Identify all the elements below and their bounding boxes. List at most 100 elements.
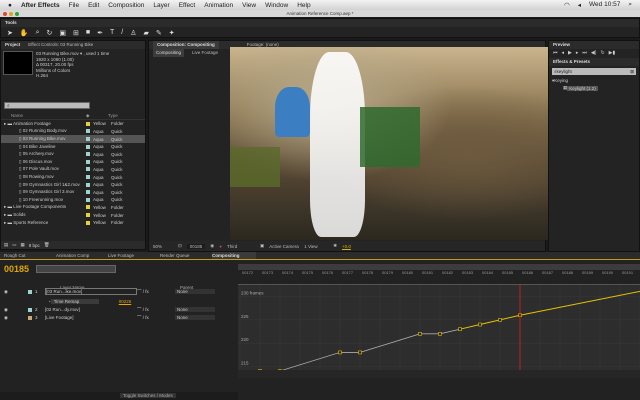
snapshot-icon[interactable]: ◉ <box>210 243 214 249</box>
resolution-dropdown[interactable]: Third <box>227 244 255 249</box>
visibility-icon[interactable]: ◉ <box>4 315 28 321</box>
new-folder-icon[interactable]: ▭ <box>12 242 16 248</box>
trash-icon[interactable]: 🗑 <box>44 242 50 248</box>
column-name[interactable]: Name <box>1 113 86 118</box>
menu-effect[interactable]: Effect <box>179 2 196 9</box>
timeline-tab[interactable]: Live Footage <box>108 252 152 259</box>
puppet-tool-icon[interactable]: ✦ <box>169 29 175 37</box>
volume-icon[interactable]: ◂ <box>578 1 581 9</box>
effects-search-input[interactable]: ⌕ keylight ⊠ <box>552 68 636 75</box>
keyframe-point[interactable] <box>478 322 482 327</box>
play-icon[interactable]: ▶ <box>568 50 572 56</box>
clone-tool-icon[interactable]: ♙ <box>130 29 136 37</box>
bpc-toggle[interactable]: 8 bpc <box>29 243 40 248</box>
hand-tool-icon[interactable]: ✋ <box>20 29 29 37</box>
tab-effect-controls[interactable]: Effect Controls: 03 Running Bike <box>28 41 93 49</box>
project-item[interactable]: ▸ ▬ Animation Footage Yellow Folder <box>1 120 145 128</box>
keyframe-point[interactable] <box>338 350 342 355</box>
timeline-tab[interactable]: Rough Cut <box>4 252 48 259</box>
layer-name[interactable]: [03 Run...ike.mov] <box>45 288 137 296</box>
menu-composition[interactable]: Composition <box>108 2 144 9</box>
tab-project[interactable]: Project <box>5 41 20 49</box>
project-item[interactable]: ▯ 08 Rowing.mov Aqua Quick <box>1 173 145 181</box>
fast-preview-icon[interactable]: ✱ <box>333 243 337 249</box>
region-icon[interactable]: ▣ <box>260 243 264 249</box>
project-item[interactable]: ▸ ▬ Live Footage Components Yellow Folder <box>1 204 145 212</box>
project-item[interactable]: ▯ 06 Discus.mov Aqua Quick <box>1 158 145 166</box>
clear-search-icon[interactable]: ⊠ <box>630 68 636 75</box>
menu-layer[interactable]: Layer <box>153 2 169 9</box>
new-comp-icon[interactable]: ▦ <box>21 242 25 248</box>
close-button[interactable] <box>3 11 7 16</box>
selection-tool-icon[interactable]: ➤ <box>7 29 13 37</box>
project-item[interactable]: ▸ ▬ Sports Reference Yellow Folder <box>1 219 145 227</box>
effect-keylight[interactable]: Keylight (1.2) <box>567 85 598 91</box>
interpret-footage-icon[interactable]: ▤ <box>4 242 8 248</box>
project-item[interactable]: ▯ 07 Pole Vault.mov Aqua Quick <box>1 166 145 174</box>
layer-row[interactable]: ◉ 1 [03 Run...ike.mov] ⌒ / fx None <box>4 288 236 296</box>
project-item[interactable]: ▯ 09 Gymnastics Girl 3.mov Aqua Quick <box>1 188 145 196</box>
apple-icon[interactable]: ● <box>8 2 12 9</box>
project-search-input[interactable]: ⌕ <box>4 101 90 109</box>
menu-app[interactable]: After Effects <box>21 2 60 9</box>
pan-behind-tool-icon[interactable]: ⊞ <box>73 29 79 37</box>
rotate-tool-icon[interactable]: ↻ <box>47 29 53 37</box>
graph-curve-past[interactable] <box>238 328 461 377</box>
zoom-button[interactable] <box>15 11 19 16</box>
project-item[interactable]: ▸ ▬ Solids Yellow Folder <box>1 211 145 219</box>
minimize-button[interactable] <box>9 11 13 16</box>
graph-toolbar[interactable] <box>238 370 640 378</box>
column-type[interactable]: Type <box>108 113 118 118</box>
parent-dropdown[interactable]: None <box>175 307 215 313</box>
audio-icon[interactable]: ◀) <box>591 50 597 56</box>
layer-row[interactable]: ◉ 2 [02 Run...dy.mov] ⌒ / fx None <box>4 306 236 314</box>
keyframe-point[interactable] <box>418 332 422 336</box>
keyframe-point[interactable] <box>498 318 502 322</box>
parent-dropdown[interactable]: None <box>175 315 215 321</box>
visibility-icon[interactable]: ◉ <box>4 289 28 295</box>
timeline-tab[interactable]: Animation Comp <box>56 252 100 259</box>
menu-view[interactable]: View <box>242 2 256 9</box>
brush-tool-icon[interactable]: / <box>121 29 123 37</box>
zoom-tool-icon[interactable]: ⌕ <box>36 29 40 37</box>
graph-editor[interactable]: 230 frames 225 220 215 <box>238 285 640 378</box>
layer-name[interactable]: [02 Run...dy.mov] <box>45 307 137 312</box>
layer-name[interactable]: [Live Footage] <box>45 315 137 320</box>
switches[interactable]: ⌒ / fx <box>137 307 175 313</box>
last-frame-icon[interactable]: ⏭ <box>582 50 587 56</box>
menu-help[interactable]: Help <box>297 2 310 9</box>
current-time-display[interactable]: 00185 <box>186 243 206 249</box>
project-item[interactable]: ▯ 09 Gymnastics Girl 1&2.mov Aqua Quick <box>1 181 145 189</box>
channels-icon[interactable]: ● <box>219 244 222 249</box>
tab-preview[interactable]: Preview <box>553 41 570 49</box>
parent-dropdown[interactable]: None <box>175 289 215 295</box>
rectangle-tool-icon[interactable]: ■ <box>86 29 90 37</box>
project-item[interactable]: ▯ 03 Running Bike.mov Aqua Quick <box>1 135 145 143</box>
keyframe-point[interactable] <box>458 327 462 331</box>
clock[interactable]: Wed 10:57 <box>589 1 620 9</box>
menu-window[interactable]: Window <box>265 2 288 9</box>
wifi-icon[interactable]: ◠ <box>564 1 570 9</box>
resolution-grid-icon[interactable]: ⊡ <box>178 243 182 249</box>
spotlight-icon[interactable]: ⌕ <box>628 1 632 9</box>
menu-animation[interactable]: Animation <box>204 2 233 9</box>
eraser-tool-icon[interactable]: ▰ <box>144 29 149 37</box>
project-item[interactable]: ▯ 04 Bike Javeline Aqua Quick <box>1 143 145 151</box>
crumb-compositing[interactable]: Compositing <box>153 49 185 57</box>
timeline-tab[interactable]: Render Queue <box>160 252 204 259</box>
text-tool-icon[interactable]: T <box>110 29 114 37</box>
next-frame-icon[interactable]: ▸ <box>576 50 579 56</box>
keyframe-point[interactable] <box>438 332 442 336</box>
menu-edit[interactable]: Edit <box>88 2 99 9</box>
loop-icon[interactable]: ↻ <box>600 50 604 56</box>
roto-tool-icon[interactable]: ✎ <box>156 29 162 37</box>
menu-file[interactable]: File <box>69 2 79 9</box>
ram-preview-icon[interactable]: ▶▮ <box>609 50 616 56</box>
category-keying[interactable]: Keying <box>554 78 568 83</box>
camera-tool-icon[interactable]: ▣ <box>59 29 66 37</box>
prev-frame-icon[interactable]: ◂ <box>562 50 565 56</box>
first-frame-icon[interactable]: ⏮ <box>553 50 558 56</box>
toggle-switches-modes-button[interactable]: Toggle Switches / Modes <box>120 393 176 398</box>
project-item[interactable]: ▯ 05 Archery.mov Aqua Quick <box>1 150 145 158</box>
layer-search-input[interactable] <box>36 265 116 273</box>
